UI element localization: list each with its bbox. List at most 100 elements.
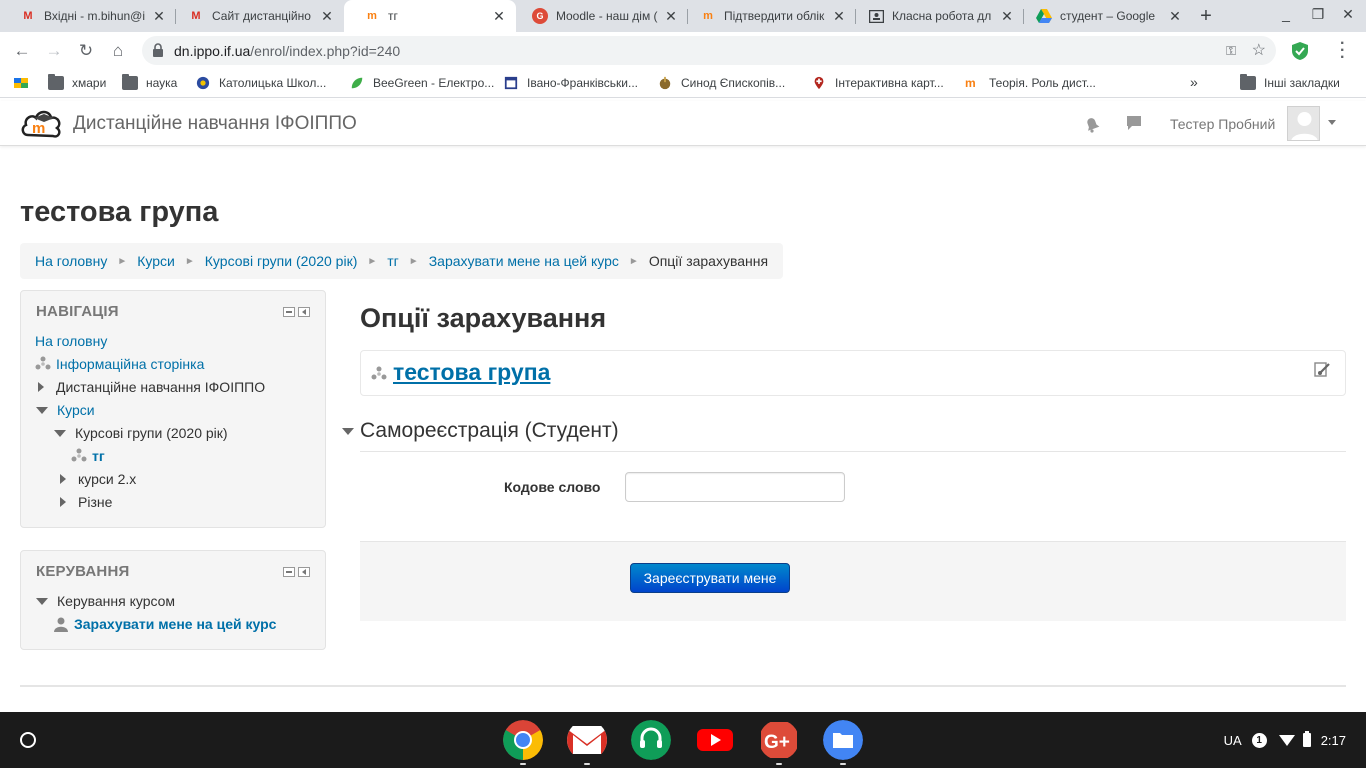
breadcrumb-enrol-me[interactable]: Зарахувати мене на цей курс <box>429 253 619 269</box>
browser-tab[interactable]: студент – Google ✕ <box>1016 0 1192 32</box>
address-bar[interactable]: dn.ippo.if.ua/enrol/index.php?id=240 ⚿ ☆ <box>142 36 1276 65</box>
course-box: тестова група <box>360 350 1346 396</box>
bookmark-star-icon[interactable]: ☆ <box>1252 40 1266 60</box>
user-name[interactable]: Тестер Пробний <box>1170 116 1275 132</box>
notification-count-badge[interactable]: 1 <box>1251 732 1267 748</box>
bookmarks-overflow-button[interactable]: » <box>1190 74 1198 90</box>
dock-block-button[interactable] <box>298 567 310 577</box>
nav-item-info-page[interactable]: Інформаційна сторінка <box>35 356 204 372</box>
bookmark-item[interactable]: BeeGreen - Електро... <box>349 76 494 90</box>
close-tab-icon[interactable]: ✕ <box>1000 8 1014 24</box>
browser-menu-button[interactable]: · · · <box>1340 36 1345 66</box>
collapse-arrow-icon[interactable] <box>342 427 354 435</box>
close-tab-icon[interactable]: ✕ <box>152 8 166 24</box>
breadcrumb-separator-icon: ► <box>628 255 639 267</box>
avatar[interactable] <box>1287 106 1320 141</box>
bookmark-item[interactable]: Католицька Школ... <box>195 76 326 90</box>
self-enrolment-section-toggle[interactable]: Самореєстрація (Студент) <box>342 419 619 443</box>
user-menu-chevron-down-icon[interactable] <box>1328 120 1336 125</box>
home-button[interactable]: ⌂ <box>108 41 128 61</box>
bookmark-item[interactable]: Інтерактивна карт... <box>811 76 944 90</box>
breadcrumb-course-groups[interactable]: Курсові групи (2020 рік) <box>205 253 358 269</box>
close-tab-icon[interactable]: ✕ <box>492 8 506 24</box>
school-icon <box>196 76 210 90</box>
key-icon[interactable]: ⚿ <box>1226 43 1236 59</box>
browser-tab[interactable]: Класна робота дл ✕ <box>848 0 1024 32</box>
folder-icon <box>48 74 64 90</box>
site-name[interactable]: Дистанційне навчання ІФОІППО <box>73 113 357 135</box>
close-tab-icon[interactable]: ✕ <box>320 8 334 24</box>
block-title: КЕРУВАННЯ <box>36 563 130 580</box>
browser-tab[interactable]: M Вхідні - m.bihun@i ✕ <box>0 0 176 32</box>
folder-icon <box>1240 74 1256 90</box>
bookmark-item[interactable]: m Теорія. Роль дист... <box>965 76 1096 90</box>
input-language[interactable]: UA <box>1224 733 1242 748</box>
bookmark-folder[interactable]: наука <box>122 74 177 90</box>
moodle-logo[interactable]: m <box>20 105 64 141</box>
new-tab-button[interactable]: + <box>1196 5 1216 28</box>
course-name-link[interactable]: тестова група <box>393 359 550 386</box>
close-tab-icon[interactable]: ✕ <box>664 8 678 24</box>
minimize-window-button[interactable]: _ <box>1278 6 1294 22</box>
dock-block-button[interactable] <box>298 307 310 317</box>
synod-icon <box>659 76 671 90</box>
breadcrumb-separator-icon: ► <box>184 255 195 267</box>
forward-button[interactable]: → <box>44 41 64 61</box>
close-tab-icon[interactable]: ✕ <box>832 8 846 24</box>
system-tray[interactable]: UA 1 2:17 <box>1224 712 1366 768</box>
nav-item-current-course[interactable]: тг <box>71 448 105 464</box>
messages-icon[interactable] <box>1126 115 1142 131</box>
breadcrumb-course[interactable]: тг <box>387 253 399 269</box>
notifications-bell-icon[interactable] <box>1083 115 1101 133</box>
moodle-navbar: m Дистанційне навчання ІФОІППО Тестер Пр… <box>0 101 1366 146</box>
admin-item-course-administration[interactable]: Керування курсом <box>36 593 175 609</box>
close-window-button[interactable]: ✕ <box>1340 6 1356 23</box>
youtube-app-icon[interactable] <box>695 720 735 760</box>
nav-item-site[interactable]: Дистанційне навчання ІФОІППО <box>38 379 265 395</box>
apps-icon[interactable] <box>14 76 30 90</box>
section-legend: Самореєстрація (Студент) <box>360 419 619 442</box>
collapse-arrow-icon[interactable] <box>54 429 66 437</box>
breadcrumb-home[interactable]: На головну <box>35 253 107 269</box>
bookmark-folder[interactable]: хмари <box>48 74 106 90</box>
enrol-me-button[interactable]: Зареєструвати мене <box>630 563 790 593</box>
calendar-icon <box>504 76 518 90</box>
browser-tab-active[interactable]: m тг ✕ <box>344 0 516 32</box>
classroom-icon <box>868 8 884 24</box>
expand-arrow-icon[interactable] <box>38 382 44 392</box>
back-button[interactable]: ← <box>12 41 32 61</box>
hangouts-app-icon[interactable] <box>631 720 671 760</box>
browser-tab[interactable]: G Moodle - наш дім ( ✕ <box>512 0 688 32</box>
course-icon <box>35 356 51 370</box>
collapse-arrow-icon[interactable] <box>36 406 48 414</box>
collapse-block-button[interactable] <box>283 567 295 577</box>
other-bookmarks-folder[interactable]: Інші закладки <box>1240 74 1340 90</box>
bookmark-item[interactable]: Синод Єпископів... <box>657 76 785 90</box>
gmail-app-icon[interactable] <box>567 720 607 760</box>
nav-item-course-groups[interactable]: Курсові групи (2020 рік) <box>54 425 228 441</box>
nav-item-courses[interactable]: Курси <box>36 402 95 418</box>
admin-item-enrol-me[interactable]: Зарахувати мене на цей курс <box>53 616 276 632</box>
files-app-icon[interactable] <box>823 720 863 760</box>
breadcrumb-courses[interactable]: Курси <box>137 253 175 269</box>
extension-shield-icon[interactable] <box>1291 41 1309 61</box>
restore-window-button[interactable]: ❐ <box>1310 6 1326 23</box>
bookmark-item[interactable]: Івано-Франківськи... <box>503 76 638 90</box>
close-tab-icon[interactable]: ✕ <box>1168 8 1182 24</box>
expand-arrow-icon[interactable] <box>60 474 66 484</box>
browser-tab[interactable]: m Підтвердити облік ✕ <box>680 0 856 32</box>
reload-button[interactable]: ↻ <box>76 41 96 61</box>
browser-tab[interactable]: M Сайт дистанційно ✕ <box>168 0 344 32</box>
launcher-icon[interactable] <box>20 732 36 748</box>
bookmarks-bar: хмари наука Католицька Школ... BeeGreen … <box>0 70 1366 98</box>
nav-item-home[interactable]: На головну <box>35 333 107 349</box>
google-plus-app-icon[interactable]: G+ <box>759 720 799 760</box>
collapse-block-button[interactable] <box>283 307 295 317</box>
chrome-app-icon[interactable] <box>503 720 543 760</box>
nav-item-misc[interactable]: Різне <box>60 494 112 510</box>
enrolment-key-input[interactable] <box>625 472 845 502</box>
expand-arrow-icon[interactable] <box>60 497 66 507</box>
nav-item-courses-2x[interactable]: курси 2.х <box>60 471 136 487</box>
enrolment-key-icon <box>1314 362 1330 377</box>
collapse-arrow-icon[interactable] <box>36 597 48 605</box>
